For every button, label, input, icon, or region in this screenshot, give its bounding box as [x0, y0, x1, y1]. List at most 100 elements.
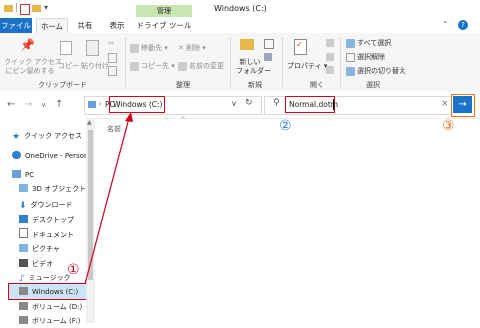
move-to-label: 移動先 — [141, 44, 162, 52]
group-clipboard-label: クリップボード — [38, 81, 87, 89]
column-header-name[interactable]: 名前 — [107, 124, 121, 134]
paste-icon — [86, 40, 99, 56]
rename-button[interactable]: 名前の変更 — [178, 61, 224, 71]
chevron-down-icon[interactable]: ∨ — [41, 101, 46, 109]
invert-selection-label: 選択の切り替え — [357, 67, 406, 75]
forward-arrow-icon[interactable]: → — [24, 99, 32, 110]
navigation-scrollbar[interactable]: ▲ — [86, 118, 95, 323]
group-divider — [230, 37, 231, 87]
tab-share[interactable]: 共有 — [72, 18, 98, 33]
copy-to-icon — [130, 61, 139, 71]
drive-icon — [19, 302, 28, 310]
scroll-up-icon[interactable]: ▲ — [87, 119, 92, 126]
annotation-step3: ③ — [442, 118, 455, 134]
nav-volume-d[interactable]: ボリューム (D:) — [19, 300, 82, 314]
pc-small-icon — [88, 101, 96, 108]
picture-icon — [19, 244, 28, 252]
paste-button[interactable]: 貼り付け — [81, 61, 109, 71]
tab-home[interactable]: ホーム — [36, 18, 68, 34]
nav-volume-f[interactable]: ボリューム (F:) — [19, 314, 80, 328]
copy-button[interactable]: コピー — [58, 61, 79, 71]
group-divider — [282, 37, 283, 87]
nav-pictures[interactable]: ピクチャ — [19, 242, 60, 256]
nav-pc[interactable]: PC — [12, 168, 34, 182]
refresh-icon[interactable]: ↻ — [245, 98, 253, 108]
ribbon-tabs: ファイル ホーム 共有 表示 ドライブ ツール — [0, 18, 480, 34]
copy-to-button[interactable]: コピー先 ▾ — [130, 61, 175, 71]
new-item-icon[interactable] — [264, 39, 274, 49]
select-all-icon — [346, 38, 355, 48]
annotation-step2: ② — [279, 118, 292, 134]
back-arrow-icon[interactable]: ← — [7, 99, 15, 110]
move-to-button[interactable]: 移動先 ▾ — [130, 43, 168, 53]
help-icon[interactable]: ? — [458, 20, 468, 30]
focus-outline — [451, 94, 475, 117]
address-bar-row: ← → ∨ ↑ › PC › Windows (C:) ∨ ↻ ⚲ Normal… — [0, 91, 480, 119]
paste-shortcut-icon[interactable] — [108, 66, 117, 76]
new-folder-button[interactable]: 新しい フォルダー — [236, 58, 271, 76]
context-tab-manage: 管理 — [136, 5, 192, 17]
nav-label: Windows (C:) — [32, 288, 79, 296]
newfolder-qat-icon[interactable] — [32, 5, 41, 12]
scroll-thumb[interactable] — [88, 130, 93, 280]
nav-label: ダウンロード — [30, 201, 73, 209]
select-all-button[interactable]: すべて選択 — [346, 38, 391, 48]
nav-label: ドキュメント — [32, 231, 74, 239]
address-box[interactable]: › PC › Windows (C:) ∨ ↻ — [84, 96, 262, 115]
check-icon: ✓ — [296, 40, 303, 49]
nav-documents[interactable]: ドキュメント — [19, 228, 74, 242]
download-icon: ⬇ — [19, 201, 27, 211]
document-icon — [19, 228, 28, 238]
nav-videos[interactable]: ビデオ — [19, 257, 53, 271]
select-none-button[interactable]: 選択解除 — [346, 52, 385, 62]
search-caret — [333, 99, 334, 110]
nav-label: ボリューム (D:) — [32, 303, 83, 311]
group-organize-label: 整理 — [176, 81, 190, 89]
copy-to-label: コピー先 — [141, 62, 169, 70]
ribbon: 📌 クイック アクセス にピン留めする コピー 貼り付け ✂ クリップボード 移… — [0, 33, 480, 92]
drive-icon — [19, 287, 28, 295]
move-icon — [130, 43, 139, 53]
qat-separator: | — [15, 3, 19, 13]
address-dropdown-icon[interactable]: ∨ — [231, 99, 237, 108]
qat-dropdown-icon[interactable]: ▾ — [44, 3, 48, 12]
up-arrow-icon[interactable]: ↑ — [55, 99, 63, 110]
nav-onedrive[interactable]: OneDrive - Person — [12, 149, 88, 163]
copy-path-icon[interactable] — [108, 53, 117, 63]
chevron-up-icon[interactable]: ⌃ — [442, 20, 449, 29]
edit-icon[interactable] — [326, 53, 334, 61]
nav-label: PC — [25, 171, 35, 179]
nav-label: ボリューム (F:) — [32, 317, 81, 325]
music-icon: ♪ — [19, 274, 25, 284]
delete-button[interactable]: ✕ 削除 ▾ — [178, 43, 206, 53]
rename-icon — [178, 61, 187, 71]
sort-caret-icon: ^ — [180, 116, 186, 124]
nav-label: ピクチャ — [32, 245, 60, 253]
tab-drive-tools[interactable]: ドライブ ツール — [136, 18, 192, 33]
pc-icon — [12, 170, 21, 178]
navigation-pane: ★ クイック アクセス OneDrive - Person PC 3D オブジェク… — [0, 118, 90, 325]
easy-access-icon[interactable] — [264, 53, 272, 61]
open-icon[interactable] — [326, 39, 334, 47]
search-box[interactable]: ⚲ Normal.dotm × — [264, 96, 452, 115]
select-none-label: 選択解除 — [357, 53, 385, 61]
nav-quick-access[interactable]: ★ クイック アクセス — [12, 129, 82, 143]
pin-quick-access-button[interactable]: クイック アクセス にピン留めする — [4, 58, 62, 76]
group-divider — [125, 37, 126, 87]
cut-icon[interactable]: ✂ — [108, 39, 115, 48]
new-folder-icon — [240, 39, 254, 50]
history-icon[interactable] — [326, 66, 334, 74]
properties-button[interactable]: プロパティ ▾ — [287, 61, 327, 71]
nav-3d-objects[interactable]: 3D オブジェクト — [19, 182, 86, 196]
tab-view[interactable]: 表示 — [104, 18, 130, 33]
nav-downloads[interactable]: ⬇ ダウンロード — [19, 198, 73, 212]
nav-desktop[interactable]: デスクトップ — [19, 213, 74, 227]
search-input[interactable]: Normal.dotm — [289, 100, 338, 109]
properties-qat-icon[interactable] — [20, 4, 30, 15]
nav-windows-c[interactable]: Windows (C:) — [19, 285, 78, 299]
group-divider — [340, 37, 341, 87]
tab-file[interactable]: ファイル — [0, 18, 32, 33]
clear-search-icon[interactable]: × — [441, 99, 449, 109]
breadcrumb-current[interactable]: Windows (C:) — [113, 100, 162, 109]
invert-selection-button[interactable]: 選択の切り替え — [346, 66, 406, 76]
